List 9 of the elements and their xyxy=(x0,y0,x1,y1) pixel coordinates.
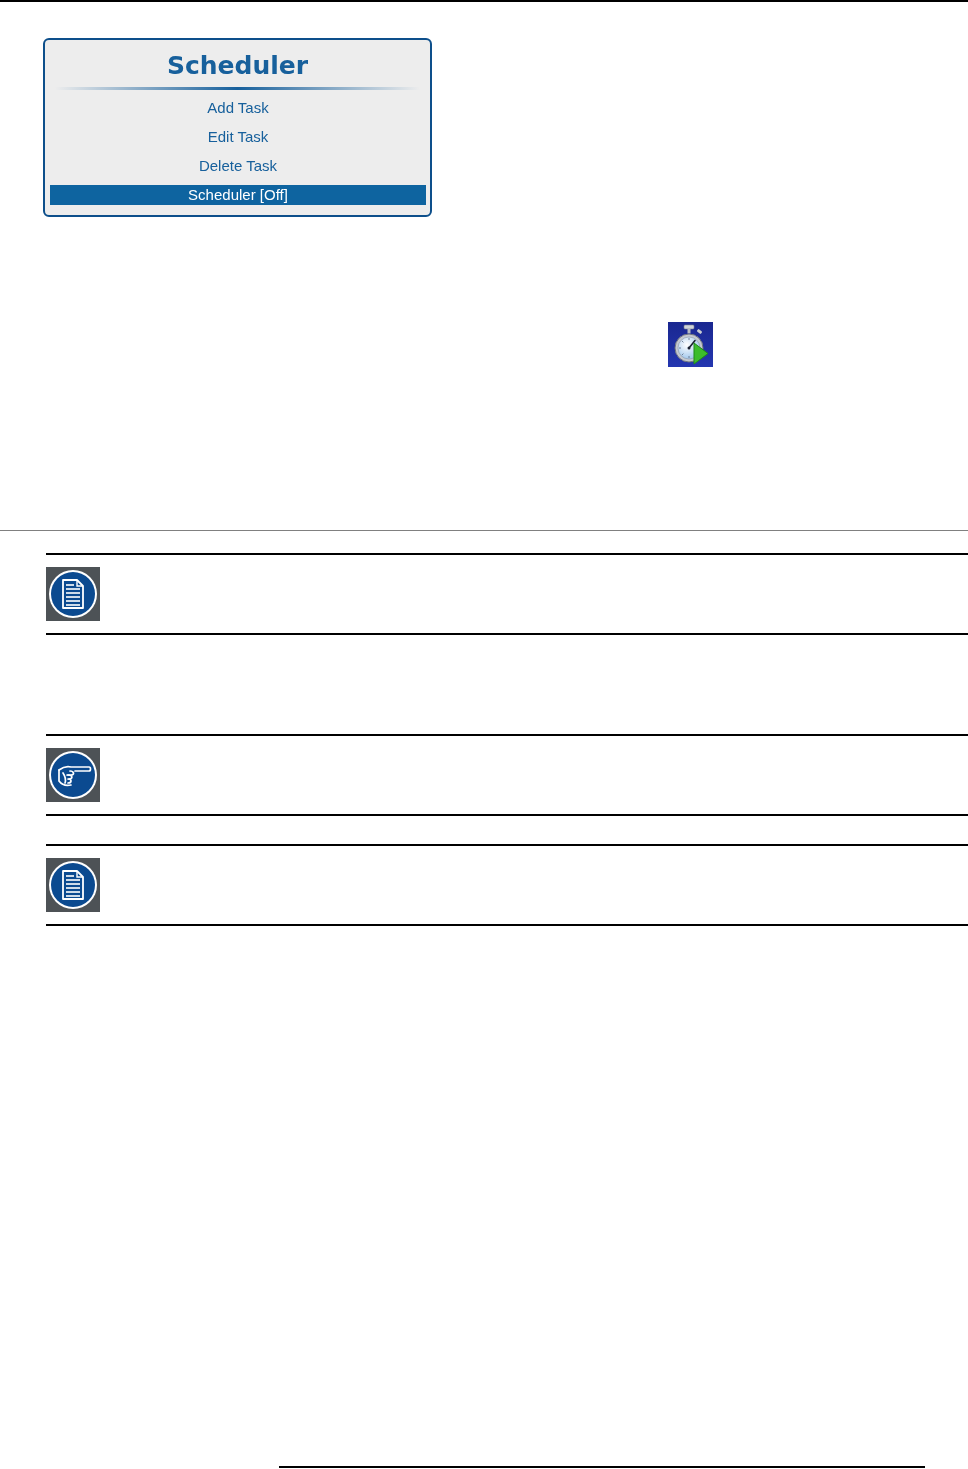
menu-item[interactable]: Scheduler [Off] xyxy=(50,185,426,205)
stopwatch-play-icon xyxy=(668,322,713,367)
menu-title: Scheduler xyxy=(166,50,309,82)
menu-item[interactable]: Edit Task xyxy=(50,127,426,147)
document-icon xyxy=(46,567,100,621)
menu-item[interactable]: Add Task xyxy=(50,98,426,118)
document-icon xyxy=(46,858,100,912)
menu-item[interactable]: Delete Task xyxy=(50,156,426,176)
pointing-hand-icon xyxy=(46,748,100,802)
